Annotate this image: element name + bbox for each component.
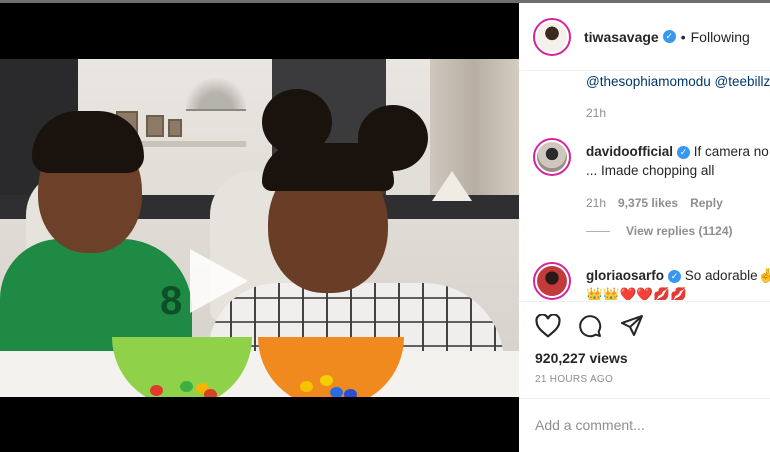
picture-frame <box>146 115 164 137</box>
view-replies-button[interactable]: View replies (1124) <box>586 224 733 238</box>
verified-icon: ✓ <box>668 270 682 283</box>
comment-line2: 👑👑❤️❤️💋💋 <box>586 287 687 300</box>
avatar[interactable] <box>533 17 571 56</box>
comment-text: gloriaosarfo ✓ So adorable🤞 👑👑❤️❤️💋💋 <box>586 266 770 300</box>
picture-frame <box>168 119 182 137</box>
heart-icon[interactable] <box>535 314 561 338</box>
background-shelf <box>128 141 246 147</box>
comment-icon[interactable] <box>577 314 603 338</box>
action-icons <box>535 314 645 338</box>
shirt-number: 8 <box>160 279 183 323</box>
girl-hair <box>262 143 394 191</box>
share-icon[interactable] <box>619 314 645 338</box>
comment-time: 21h <box>586 196 607 210</box>
comment-username[interactable]: gloriaosarfo <box>586 268 664 283</box>
avatar[interactable] <box>533 138 571 176</box>
play-icon[interactable] <box>190 249 248 313</box>
post-username[interactable]: tiwasavage <box>584 29 659 45</box>
comment-line1: If camera no <box>693 144 769 159</box>
comment-username[interactable]: davidoofficial <box>586 144 673 159</box>
candy <box>180 381 193 392</box>
add-comment-box <box>519 398 770 452</box>
video-frame: 8 <box>0 59 519 397</box>
video-player[interactable]: 8 <box>0 3 519 452</box>
caption-time: 21h <box>586 106 607 120</box>
post-timestamp: 21 HOURS AGO <box>535 374 614 385</box>
view-count[interactable]: 920,227 views <box>535 350 628 366</box>
candy <box>204 389 217 397</box>
candy <box>320 375 333 386</box>
comment-meta: 21h 9,375 likes Reply <box>586 196 723 210</box>
comment-input[interactable] <box>535 413 755 437</box>
following-button[interactable]: Following <box>691 29 750 45</box>
comment-line2: ... Imade chopping all <box>586 163 715 178</box>
comment-emoji: 🤞 <box>757 268 770 283</box>
candy <box>330 387 343 397</box>
post-actions: 920,227 views 21 HOURS AGO <box>519 301 770 397</box>
avatar[interactable] <box>533 262 571 300</box>
background-plant <box>186 65 246 111</box>
comments-list[interactable]: @thesophiamomodu @teebillz 21h davidooff… <box>519 72 770 300</box>
comment-line1: So adorable <box>684 268 758 283</box>
caption-mentions[interactable]: @thesophiamomodu @teebillz <box>586 74 770 89</box>
table <box>0 351 519 397</box>
candy <box>300 381 313 392</box>
verified-icon: ✓ <box>677 146 691 159</box>
post-header: tiwasavage ✓ • Following <box>519 3 770 71</box>
post-side-panel: tiwasavage ✓ • Following @thesophiamomod… <box>519 3 770 452</box>
follow-separator: • <box>680 28 686 45</box>
reply-button[interactable]: Reply <box>690 196 723 210</box>
comment-likes[interactable]: 9,375 likes <box>618 196 678 210</box>
comment-text: davidoofficial ✓ If camera no ... Imade c… <box>586 142 770 180</box>
candy <box>344 389 357 397</box>
candy <box>150 385 163 396</box>
verified-icon: ✓ <box>662 30 676 43</box>
boy-hair <box>32 111 144 173</box>
